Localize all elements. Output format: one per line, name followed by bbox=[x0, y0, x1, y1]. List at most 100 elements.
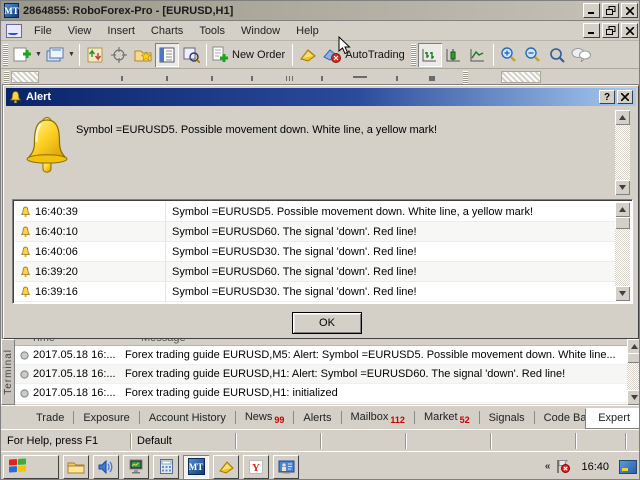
notes-icon bbox=[217, 460, 235, 474]
toolbar-separator bbox=[493, 44, 494, 66]
scroll-up-icon[interactable] bbox=[615, 110, 630, 125]
market-watch-button[interactable] bbox=[155, 43, 179, 67]
magnifier-button[interactable] bbox=[545, 43, 569, 67]
new-order-icon bbox=[212, 46, 229, 63]
tab-account-history[interactable]: Account History bbox=[140, 409, 235, 427]
taskbar-notes-button[interactable] bbox=[213, 455, 239, 479]
candlestick-chart-button[interactable] bbox=[442, 43, 466, 67]
tab-market[interactable]: Market52 bbox=[415, 408, 479, 428]
journal-message: Forex trading guide EURUSD,H1: Alert: Sy… bbox=[125, 368, 627, 380]
menu-window[interactable]: Window bbox=[233, 23, 288, 39]
toolbar-grip[interactable] bbox=[463, 71, 468, 84]
start-button[interactable] bbox=[3, 455, 59, 479]
taskbar-metatrader-button[interactable]: MT bbox=[183, 455, 209, 479]
show-desktop-button[interactable] bbox=[619, 460, 637, 474]
tab-news[interactable]: News99 bbox=[236, 408, 294, 428]
journal-row[interactable]: 2017.05.18 16:... Forex trading guide EU… bbox=[15, 365, 627, 384]
child-minimize-button[interactable] bbox=[583, 23, 600, 38]
taskbar-presentation-button[interactable] bbox=[273, 455, 299, 479]
minimize-button[interactable] bbox=[583, 3, 600, 18]
menu-tools[interactable]: Tools bbox=[191, 23, 233, 39]
alert-text: Symbol =EURUSD60. The signal 'down'. Red… bbox=[172, 226, 615, 238]
scroll-down-icon[interactable] bbox=[627, 390, 640, 405]
scroll-down-icon[interactable] bbox=[615, 180, 630, 195]
tab-alerts[interactable]: Alerts bbox=[294, 409, 340, 427]
toolbar-grip[interactable] bbox=[3, 44, 8, 66]
line-chart-button[interactable] bbox=[466, 43, 490, 67]
new-order-button[interactable]: New Order bbox=[210, 43, 289, 67]
scroll-down-icon[interactable] bbox=[615, 286, 630, 301]
tab-signals[interactable]: Signals bbox=[480, 409, 534, 427]
column-header-message[interactable]: Message bbox=[141, 339, 186, 344]
alert-dialog-titlebar[interactable]: Alert ? bbox=[6, 88, 636, 106]
menu-insert[interactable]: Insert bbox=[99, 23, 143, 39]
scroll-thumb[interactable] bbox=[627, 353, 640, 363]
hidden-icons-chevron[interactable]: « bbox=[545, 461, 550, 472]
message-scrollbar[interactable] bbox=[615, 110, 630, 195]
terminal-scrollbar[interactable] bbox=[627, 339, 640, 405]
tab-exposure[interactable]: Exposure bbox=[74, 409, 138, 427]
tab-experts[interactable]: Expert bbox=[585, 408, 640, 429]
alert-row[interactable]: 16:39:20 Symbol =EURUSD60. The signal 'd… bbox=[15, 262, 615, 282]
child-close-button[interactable] bbox=[621, 23, 638, 38]
menu-help[interactable]: Help bbox=[288, 23, 327, 39]
menu-file[interactable]: File bbox=[26, 23, 60, 39]
tab-mailbox[interactable]: Mailbox112 bbox=[342, 408, 414, 428]
toolbar-grip[interactable] bbox=[4, 71, 9, 84]
scroll-up-icon[interactable] bbox=[627, 339, 640, 354]
alert-list-scrollbar[interactable] bbox=[615, 202, 630, 301]
bar-chart-button[interactable] bbox=[418, 43, 442, 67]
toolbar-grip[interactable] bbox=[411, 44, 416, 66]
alert-row[interactable]: 16:40:39 Symbol =EURUSD5. Possible movem… bbox=[15, 202, 615, 222]
profiles-dropdown-icon[interactable]: ▼ bbox=[67, 43, 76, 67]
mailbox-count-badge: 112 bbox=[390, 415, 405, 425]
journal-row[interactable]: 2017.05.18 16:... Forex trading guide EU… bbox=[15, 384, 627, 403]
security-flag-icon[interactable] bbox=[555, 459, 571, 474]
favorites-button[interactable] bbox=[131, 43, 155, 67]
dialog-close-button[interactable] bbox=[617, 90, 633, 104]
taskbar-display-button[interactable] bbox=[123, 455, 149, 479]
menu-view[interactable]: View bbox=[60, 23, 100, 39]
taskbar-yandex-button[interactable]: Y bbox=[243, 455, 269, 479]
column-header-time[interactable]: Time bbox=[31, 339, 55, 344]
alert-row[interactable]: 16:40:10 Symbol =EURUSD60. The signal 'd… bbox=[15, 222, 615, 242]
dialog-help-button[interactable]: ? bbox=[599, 90, 615, 104]
zoom-in-button[interactable] bbox=[497, 43, 521, 67]
navigator-button[interactable] bbox=[179, 43, 203, 67]
close-button[interactable] bbox=[621, 3, 638, 18]
new-chart-button[interactable] bbox=[10, 43, 34, 67]
child-restore-button[interactable] bbox=[602, 23, 619, 38]
zoom-out-button[interactable] bbox=[521, 43, 545, 67]
period-button[interactable] bbox=[11, 71, 39, 83]
cycle-button[interactable] bbox=[83, 43, 107, 67]
crosshair-button[interactable] bbox=[107, 43, 131, 67]
timeframe-button[interactable] bbox=[501, 71, 541, 83]
taskbar-folder-button[interactable] bbox=[63, 455, 89, 479]
status-profile[interactable]: Default bbox=[131, 433, 236, 449]
alert-row[interactable]: 16:40:06 Symbol =EURUSD30. The signal 'd… bbox=[15, 242, 615, 262]
restore-button[interactable] bbox=[602, 3, 619, 18]
new-chart-dropdown-icon[interactable]: ▼ bbox=[34, 43, 43, 67]
journal-row[interactable]: 2017.05.18 16:... Forex trading guide EU… bbox=[15, 346, 627, 365]
bell-icon bbox=[9, 90, 22, 104]
alert-row[interactable]: 16:39:16 Symbol =EURUSD30. The signal 'd… bbox=[15, 282, 615, 302]
journal-message: Forex trading guide EURUSD,H1: initializ… bbox=[125, 387, 627, 399]
alert-text: Symbol =EURUSD60. The signal 'down'. Red… bbox=[172, 266, 615, 278]
autotrading-button[interactable]: AutoTrading bbox=[320, 43, 409, 67]
market-count-badge: 52 bbox=[460, 415, 470, 425]
expert-advisors-button[interactable] bbox=[296, 43, 320, 67]
tab-trade[interactable]: Trade bbox=[27, 409, 73, 427]
menu-charts[interactable]: Charts bbox=[143, 23, 191, 39]
scroll-up-icon[interactable] bbox=[615, 202, 630, 217]
ok-button[interactable]: OK bbox=[292, 312, 362, 334]
profiles-button[interactable] bbox=[43, 43, 67, 67]
scroll-thumb[interactable] bbox=[615, 217, 630, 229]
terminal-side-tab[interactable]: Terminal bbox=[1, 339, 15, 405]
bell-icon bbox=[15, 246, 35, 258]
chat-button[interactable] bbox=[569, 43, 593, 67]
folder-icon bbox=[67, 460, 85, 474]
taskbar-calculator-button[interactable] bbox=[153, 455, 179, 479]
chart-window-icon bbox=[6, 24, 22, 38]
taskbar-clock[interactable]: 16:40 bbox=[577, 461, 613, 473]
taskbar-volume-button[interactable] bbox=[93, 455, 119, 479]
